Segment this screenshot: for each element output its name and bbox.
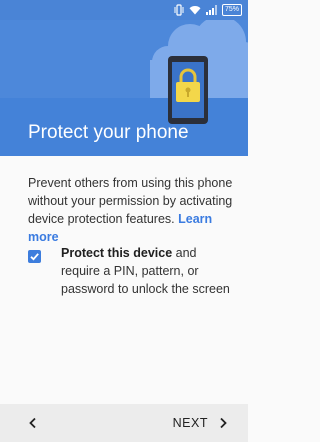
protect-device-label: Protect this device and require a PIN, p…: [61, 244, 233, 298]
protect-device-label-bold: Protect this device: [61, 246, 173, 260]
battery-text: 75%: [224, 6, 239, 13]
setup-navigation-bar: NEXT: [0, 404, 248, 442]
signal-icon: [205, 5, 217, 15]
wifi-icon: [189, 6, 201, 15]
description: Prevent others from using this phone wit…: [28, 174, 234, 246]
status-icons: 75%: [174, 3, 242, 17]
chevron-right-icon: [220, 417, 227, 429]
phone-lock-icon: [168, 56, 208, 124]
page-title: Protect your phone: [28, 122, 189, 143]
battery-icon: 75%: [221, 4, 242, 16]
status-bar: 75%: [0, 0, 248, 20]
protect-device-option[interactable]: Protect this device and require a PIN, p…: [28, 244, 242, 298]
next-button[interactable]: NEXT: [173, 412, 228, 434]
vibrate-icon: [174, 4, 184, 16]
back-button[interactable]: [22, 412, 44, 434]
chevron-left-icon: [29, 417, 36, 429]
next-button-label: NEXT: [172, 416, 208, 430]
checkmark-icon: [30, 253, 39, 261]
header: Protect your phone: [0, 20, 248, 156]
protect-device-checkbox[interactable]: [28, 250, 41, 263]
